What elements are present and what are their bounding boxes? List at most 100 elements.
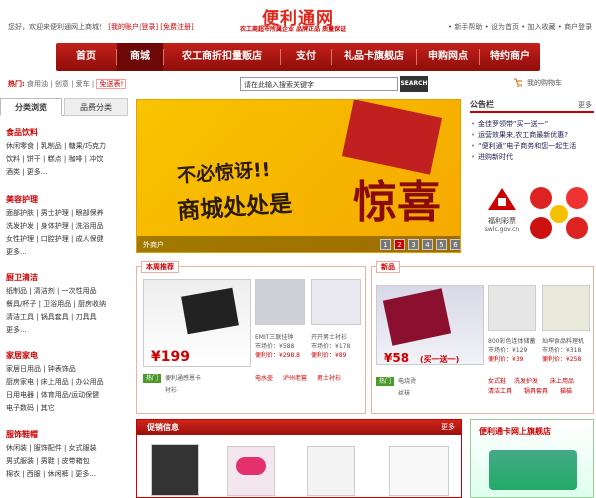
news-item[interactable]: “便利通”电子商务和您一起生活 bbox=[470, 141, 594, 152]
category-line[interactable]: 饮料 | 饼干 | 糕点 | 咖啡 | 冲饮 bbox=[6, 153, 126, 166]
tag-link[interactable]: 女式鞋 bbox=[488, 377, 506, 386]
new-main-name[interactable]: 电烧烫 bbox=[398, 377, 416, 386]
nav-giftcard-store[interactable]: 礼品卡旗舰店 bbox=[332, 43, 416, 71]
nav-discount-store[interactable]: 农工商折扣量贩店 bbox=[164, 43, 280, 71]
category-line[interactable]: 女性护理 | 口腔护理 | 成人保健 bbox=[6, 233, 126, 246]
banner-page[interactable]: 1 bbox=[380, 239, 391, 250]
tab-price-category[interactable]: 品费分类 bbox=[64, 98, 128, 116]
category-line[interactable]: 清洁工具 | 锅具套具 | 刀具具 bbox=[6, 311, 126, 324]
category-line[interactable]: 休闲零食 | 乳制品 | 糖果/巧克力 bbox=[6, 140, 126, 153]
nav-merchants[interactable]: 特约商户 bbox=[480, 43, 540, 71]
banner-page[interactable]: 5 bbox=[436, 239, 447, 250]
tag-link[interactable]: 猫猫 bbox=[560, 387, 572, 396]
promotion-more[interactable]: 更多 bbox=[441, 420, 455, 435]
new-products-section: 新品 ¥58 (买一送一) 热门 电烧烫 丝袜 800彩色连体储蓄 市场价：¥1… bbox=[371, 261, 594, 414]
search-input[interactable]: 请在此输入搜索关键字 bbox=[240, 77, 398, 91]
tag-link[interactable]: 清洁工具 bbox=[488, 387, 512, 396]
category-line[interactable]: 纸制品 | 清洁剂 | 一次性用品 bbox=[6, 285, 126, 298]
welfare-lottery-logo[interactable]: 福利彩票 swlc.gov.cn bbox=[476, 184, 528, 236]
product-name[interactable]: EMIT三联挂钟 bbox=[255, 333, 293, 342]
news-item[interactable]: 运营效果来,农工商最新优惠? bbox=[470, 130, 594, 141]
promo-item-image[interactable] bbox=[151, 444, 199, 496]
shirt-product-image[interactable] bbox=[311, 279, 361, 325]
lottery-balls-image[interactable] bbox=[527, 184, 593, 242]
set-homepage-link[interactable]: 设为首页 bbox=[491, 23, 519, 31]
tab-category-browse[interactable]: 分类浏览 bbox=[0, 98, 62, 116]
category-apparel: 服饰鞋帽 休闲装 | 服饰配件 | 女式服装 男式服装 | 男鞋 | 皮带箱包 … bbox=[6, 429, 126, 481]
category-line[interactable]: 酒类 | 更多... bbox=[6, 166, 126, 179]
announcement-more[interactable]: 更多 bbox=[578, 100, 592, 110]
category-line[interactable]: 电子数码 | 其它 bbox=[6, 402, 126, 415]
piggy-bank-product-image[interactable] bbox=[488, 285, 536, 331]
search-button[interactable]: SEARCH bbox=[400, 76, 428, 92]
product-name[interactable]: 开开男士衬衫 bbox=[311, 333, 347, 342]
category-line[interactable]: 家居日用品 | 钟表饰品 bbox=[6, 363, 126, 376]
main-nav: 首页 商城 农工商折扣量贩店 支付 礼品卡旗舰店 申购网点 特约商户 bbox=[56, 43, 540, 71]
sidebar-tabs: 分类浏览 品费分类 bbox=[0, 98, 128, 116]
cart-icon[interactable] bbox=[514, 78, 522, 87]
cart-link[interactable]: 我的购物车 bbox=[527, 78, 562, 88]
category-title[interactable]: 厨卫清洁 bbox=[6, 272, 126, 283]
favorite-link[interactable]: 加入收藏 bbox=[528, 23, 556, 31]
tag-link[interactable]: 电水壶 bbox=[255, 374, 273, 383]
category-line[interactable]: 日用电器 | 体育用品/运动保健 bbox=[6, 389, 126, 402]
welcome-bar: 您好，欢迎来便利通网上商城！ [我的账户|登录] [免费注册] bbox=[8, 23, 194, 31]
news-item[interactable]: 金佳罗领带“买一送一” bbox=[470, 119, 594, 130]
tag-link[interactable]: 泸州老窖 bbox=[283, 374, 307, 383]
gift-box-image bbox=[341, 100, 443, 175]
new-sub-label[interactable]: 丝袜 bbox=[398, 389, 410, 398]
hot-item[interactable]: 创意 bbox=[55, 80, 69, 88]
login-link[interactable]: 登录] bbox=[141, 23, 158, 31]
weekly-sub-label[interactable]: 衬衫 bbox=[165, 386, 177, 395]
category-line[interactable]: 棉衣 | 西服 | 休闲裤 | 更多... bbox=[6, 468, 126, 481]
nav-outlets[interactable]: 申购网点 bbox=[417, 43, 479, 71]
category-line[interactable]: 更多... bbox=[6, 324, 126, 337]
category-line[interactable]: 休闲装 | 服饰配件 | 女式服装 bbox=[6, 442, 126, 455]
tag-link[interactable]: 床上用品 bbox=[550, 377, 574, 386]
lottery-url: swlc.gov.cn bbox=[484, 226, 520, 233]
blender-product-image[interactable] bbox=[542, 285, 590, 331]
category-line[interactable]: 男式服装 | 男鞋 | 皮带箱包 bbox=[6, 455, 126, 468]
tag-link[interactable]: 男士衬衫 bbox=[317, 374, 341, 383]
news-item[interactable]: 进购新时代 bbox=[470, 152, 594, 163]
category-line[interactable]: 洗发护发 | 身体护理 | 洗浴用品 bbox=[6, 220, 126, 233]
banner-page[interactable]: 2 bbox=[394, 239, 405, 250]
product-name[interactable]: 灿坤食品料理机 bbox=[542, 337, 584, 346]
hairdryer-image[interactable] bbox=[227, 446, 275, 496]
welcome-text: 您好，欢迎来便利通网上商城！ bbox=[8, 23, 106, 31]
hot-item[interactable]: 爱车 bbox=[76, 80, 90, 88]
hot-item[interactable]: 免送表! bbox=[96, 79, 127, 89]
tag-link[interactable]: 洗发护发 bbox=[514, 377, 538, 386]
promotion-section: 促销信息 更多 bbox=[136, 419, 462, 498]
category-line[interactable]: 餐具/杯子 | 卫浴用品 | 厨房收纳 bbox=[6, 298, 126, 311]
banner-page[interactable]: 6 bbox=[450, 239, 460, 250]
category-title[interactable]: 食品饮料 bbox=[6, 127, 126, 138]
nav-payment[interactable]: 支付 bbox=[281, 43, 331, 71]
clock-product-image[interactable] bbox=[255, 279, 305, 325]
shirt-image[interactable] bbox=[307, 446, 355, 496]
giftcard-store-ad[interactable]: 便利通卡网上旗舰店 bbox=[470, 419, 594, 498]
category-title[interactable]: 家居家电 bbox=[6, 350, 126, 361]
merchant-login-link[interactable]: 商户登录 bbox=[564, 23, 592, 31]
top-links: • 新手帮助 • 设为首页 • 加入收藏 • 商户登录 bbox=[448, 23, 593, 31]
category-line[interactable]: 厨房家电 | 床上用品 | 办公用品 bbox=[6, 376, 126, 389]
hot-item[interactable]: 食用油 bbox=[27, 80, 48, 88]
banner-page[interactable]: 3 bbox=[408, 239, 419, 250]
product-name[interactable]: 800彩色连体储蓄 bbox=[488, 337, 535, 346]
nav-mall[interactable]: 商城 bbox=[117, 43, 163, 71]
promo-banner[interactable]: 不必惊讶!! 商城处处是 惊喜 外商户 1 2 3 4 5 6 bbox=[136, 99, 461, 253]
tag-link[interactable]: 锅具套具 bbox=[524, 387, 548, 396]
category-title[interactable]: 服饰鞋帽 bbox=[6, 429, 126, 440]
nav-home[interactable]: 首页 bbox=[56, 43, 116, 71]
help-link[interactable]: 新手帮助 bbox=[454, 23, 482, 31]
weekly-main-name[interactable]: 便利通感恩卡 bbox=[165, 374, 201, 383]
my-account-link[interactable]: [我的账户 bbox=[108, 23, 139, 31]
weekly-caption: 本周推荐 bbox=[141, 261, 179, 273]
product-market-price: 市场价：¥178 bbox=[311, 343, 351, 350]
banner-page[interactable]: 4 bbox=[422, 239, 433, 250]
shoes-image[interactable] bbox=[389, 446, 449, 496]
category-line[interactable]: 更多... bbox=[6, 246, 126, 259]
category-line[interactable]: 面部护肤 | 男士护理 | 眼部保养 bbox=[6, 207, 126, 220]
category-title[interactable]: 美容护理 bbox=[6, 194, 126, 205]
register-link[interactable]: [免费注册] bbox=[160, 23, 193, 31]
